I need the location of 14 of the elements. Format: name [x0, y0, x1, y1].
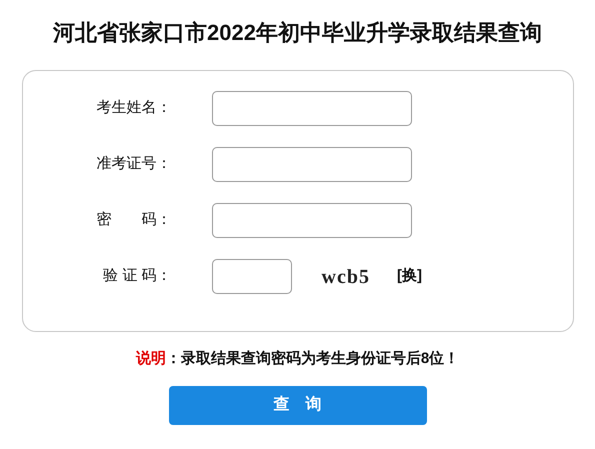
input-field[interactable] [212, 91, 412, 126]
field-label: 验 证 码： [102, 266, 172, 286]
captcha-image: wcb5 [322, 264, 370, 290]
note-text: ：录取结果查询密码为考生身份证号后8位！ [166, 349, 460, 369]
page-title: 河北省张家口市2022年初中毕业升学录取结果查询 [53, 19, 542, 47]
input-field[interactable] [212, 259, 292, 294]
refresh-link[interactable]: [换] [396, 265, 422, 288]
input-field[interactable] [212, 147, 412, 182]
field-label: 密 码： [96, 210, 172, 230]
query-button[interactable]: 查 询 [168, 386, 426, 424]
field-label: 考生姓名： [96, 98, 172, 118]
field-label: 准考证号： [96, 154, 172, 174]
input-field[interactable] [212, 203, 412, 238]
note-label: 说明 [136, 349, 166, 369]
